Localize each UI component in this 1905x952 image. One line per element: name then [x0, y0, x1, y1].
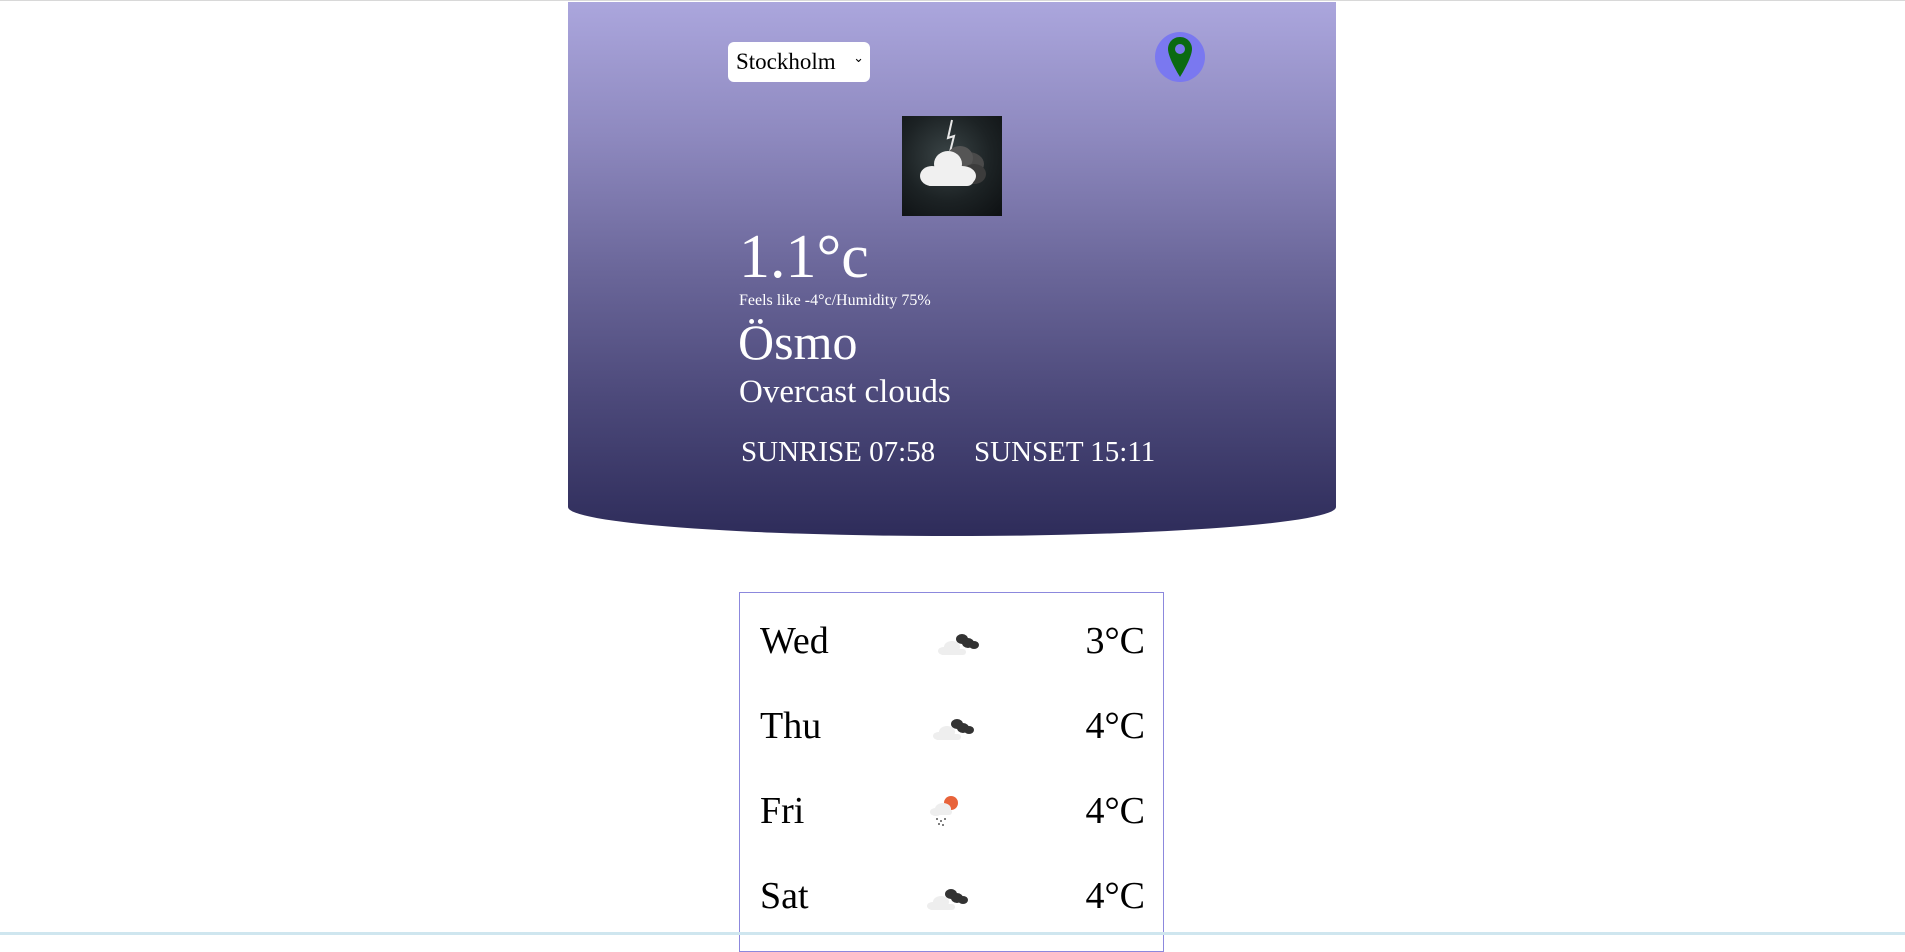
forecast-day: Thu: [760, 705, 822, 747]
broken-clouds-icon: [936, 625, 980, 662]
sunrise-time: SUNRISE 07:58: [741, 436, 936, 468]
chevron-down-icon: ⌄: [853, 51, 864, 66]
weather-description: Overcast clouds: [739, 374, 951, 410]
feels-like-humidity: Feels like -4°c/Humidity 75%: [739, 292, 931, 309]
forecast-day: Fri: [760, 790, 805, 832]
forecast-temperature: 3°C: [1085, 620, 1145, 662]
forecast-row: Fri 4°C: [740, 783, 1165, 843]
forecast-row: Sat 4°C: [740, 868, 1165, 928]
forecast-row: Wed 3°C: [740, 613, 1165, 673]
thunder-cloud-icon: [902, 116, 1002, 216]
forecast-row: Thu 4°C: [740, 698, 1165, 758]
forecast-day: Sat: [760, 875, 809, 917]
broken-clouds-icon: [925, 880, 969, 917]
forecast-temperature: 4°C: [1085, 875, 1145, 917]
top-border: [0, 0, 1905, 1]
current-temperature: 1.1°c: [739, 223, 869, 291]
sunset-time: SUNSET 15:11: [974, 436, 1156, 468]
forecast-temperature: 4°C: [1085, 790, 1145, 832]
forecast-list: Wed 3°C Thu 4°C Fri 4°C Sat 4°C: [739, 592, 1164, 952]
map-pin-icon: [1168, 37, 1192, 77]
sun-rain-icon: [927, 791, 963, 832]
city-select[interactable]: Stockholm ⌄: [728, 42, 870, 82]
city-select-value: Stockholm: [736, 49, 836, 74]
forecast-temperature: 4°C: [1085, 705, 1145, 747]
forecast-day: Wed: [760, 620, 829, 662]
location-button[interactable]: [1155, 32, 1205, 82]
location-name: Ösmo: [738, 314, 858, 370]
broken-clouds-icon: [931, 710, 975, 747]
current-weather-panel: Stockholm ⌄ 1.1°c Feels like -4°c/Humidi…: [568, 2, 1336, 536]
